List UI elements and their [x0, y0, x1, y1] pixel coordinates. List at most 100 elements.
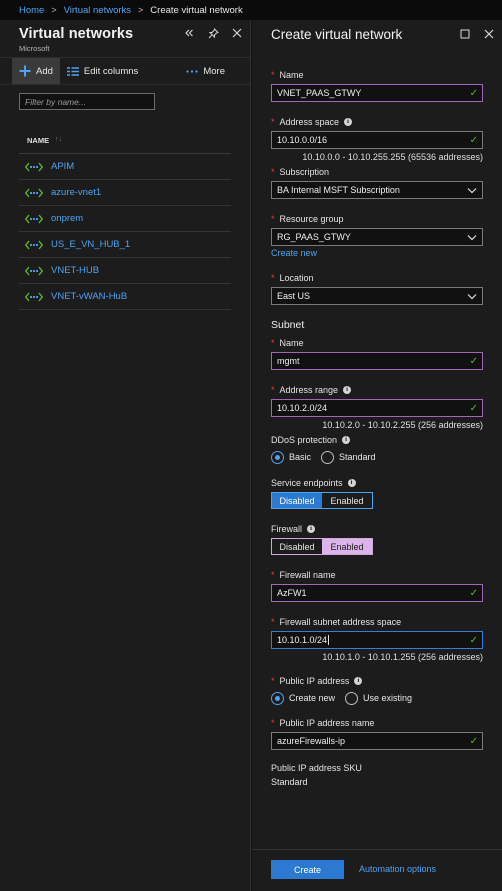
address-range-input[interactable]: 10.10.2.0/24 ✓: [271, 399, 483, 417]
plus-icon: [19, 65, 31, 77]
automation-options-link[interactable]: Automation options: [359, 864, 436, 874]
virtual-network-icon: [25, 162, 45, 172]
service-endpoints-toggle: Disabled Enabled: [271, 492, 373, 509]
firewall-enabled-option[interactable]: Enabled: [322, 539, 372, 554]
breadcrumb-home[interactable]: Home: [19, 5, 44, 16]
vnet-list-item[interactable]: US_E_VN_HUB_1: [19, 232, 231, 258]
required-mark: *: [271, 117, 275, 127]
info-icon[interactable]: i: [342, 436, 351, 444]
firewall-name-input[interactable]: AzFW1 ✓: [271, 584, 483, 602]
vnet-list-item[interactable]: VNET-HUB: [19, 258, 231, 284]
vnet-name-input[interactable]: VNET_PAAS_GTWY ✓: [271, 84, 483, 102]
required-mark: *: [271, 676, 275, 686]
vnet-list-item[interactable]: azure-vnet1: [19, 180, 231, 206]
close-icon[interactable]: [230, 26, 244, 40]
virtual-network-icon: [25, 292, 45, 302]
address-space-hint: 10.10.0.0 - 10.10.255.255 (65536 address…: [302, 152, 483, 162]
use-existing-label: Use existing: [363, 693, 413, 703]
breadcrumb-separator: >: [138, 5, 144, 15]
filter-by-name-input[interactable]: [19, 93, 155, 110]
edit-columns-label: Edit columns: [83, 65, 139, 77]
resource-group-select[interactable]: RG_PAAS_GTWY: [271, 228, 483, 246]
service-endpoints-disabled-option[interactable]: Disabled: [272, 493, 322, 508]
public-ip-field: * Public IP address i Create new Use exist…: [271, 675, 422, 706]
more-icon: [186, 69, 198, 73]
radio-selected-icon: [271, 450, 284, 464]
chevron-down-icon: [467, 233, 477, 243]
sort-icon[interactable]: ↑↓: [55, 136, 62, 143]
info-icon[interactable]: i: [344, 118, 353, 126]
info-icon[interactable]: i: [307, 525, 316, 533]
firewall-subnet-input[interactable]: 10.10.1.0/24 ✓: [271, 631, 483, 649]
more-button[interactable]: More: [179, 58, 232, 84]
vnet-list-item[interactable]: APIM: [19, 154, 231, 180]
valid-check-icon: ✓: [469, 356, 478, 367]
firewall-disabled-option[interactable]: Disabled: [272, 539, 322, 554]
subscription-select[interactable]: BA Internal MSFT Subscription: [271, 181, 483, 199]
close-icon[interactable]: [482, 27, 496, 41]
more-label: More: [203, 65, 225, 77]
chevron-down-icon: [467, 292, 477, 302]
info-icon[interactable]: i: [354, 677, 363, 685]
public-ip-sku-value: Standard: [271, 777, 308, 787]
vnet-list-item[interactable]: VNET-vWAN-HuB: [19, 284, 231, 310]
firewall-name-value: AzFW1: [277, 588, 307, 598]
subnet-name-value: mgmt: [277, 356, 300, 366]
ddos-basic-label: Basic: [289, 452, 312, 462]
ddos-label: DDoS protection: [271, 435, 338, 445]
public-ip-name-input[interactable]: azureFirewalls-ip ✓: [271, 732, 483, 750]
public-ip-label: Public IP address: [279, 676, 350, 686]
location-field: * Location East US: [271, 272, 483, 305]
columns-icon: [66, 66, 79, 76]
public-ip-sku-label: Public IP address SKU: [271, 763, 362, 773]
create-new-resource-group-link[interactable]: Create new: [271, 248, 483, 258]
vnet-name-link[interactable]: onprem: [51, 213, 83, 224]
required-mark: *: [271, 718, 275, 728]
subscription-value: BA Internal MSFT Subscription: [277, 185, 400, 195]
required-mark: *: [271, 338, 275, 348]
required-mark: *: [271, 70, 275, 80]
collapse-icon[interactable]: [182, 26, 196, 40]
vnet-name-link[interactable]: US_E_VN_HUB_1: [51, 239, 130, 250]
create-button[interactable]: Create: [271, 860, 344, 879]
ddos-standard-radio[interactable]: Standard: [321, 450, 376, 464]
virtual-network-icon: [25, 266, 45, 276]
valid-check-icon: ✓: [469, 135, 478, 146]
address-range-field: * Address range i 10.10.2.0/24 ✓ 10.10.2.0 …: [271, 384, 483, 430]
breadcrumb-separator: >: [51, 5, 57, 15]
subnet-name-input[interactable]: mgmt ✓: [271, 352, 483, 370]
vnet-name-link[interactable]: azure-vnet1: [51, 187, 101, 198]
address-space-input[interactable]: 10.10.0.0/16 ✓: [271, 131, 483, 149]
vnet-name-link[interactable]: VNET-HUB: [51, 265, 99, 276]
location-select[interactable]: East US: [271, 287, 483, 305]
public-ip-name-label: Public IP address name: [279, 718, 375, 728]
add-button[interactable]: Add: [12, 58, 60, 84]
info-icon[interactable]: i: [347, 479, 356, 487]
create-new-label: Create new: [289, 693, 336, 703]
vnet-name-label: Name: [279, 70, 304, 80]
blade-header: Virtual networks Microsoft: [0, 20, 250, 57]
breadcrumb-virtual-networks[interactable]: Virtual networks: [64, 5, 131, 16]
public-ip-sku-field: Public IP address SKU Standard: [271, 763, 362, 787]
info-icon[interactable]: i: [343, 386, 352, 394]
ddos-basic-radio[interactable]: Basic: [271, 450, 312, 464]
resource-group-value: RG_PAAS_GTWY: [277, 232, 351, 242]
edit-columns-button[interactable]: Edit columns: [60, 58, 145, 84]
vnet-name-link[interactable]: VNET-vWAN-HuB: [51, 291, 127, 302]
text-cursor: [328, 635, 330, 645]
firewall-label: Firewall: [271, 524, 303, 534]
valid-check-icon: ✓: [469, 403, 478, 414]
vnet-name-link[interactable]: APIM: [51, 161, 74, 172]
subnet-name-label: Name: [279, 338, 304, 348]
public-ip-name-value: azureFirewalls-ip: [277, 736, 346, 746]
public-ip-use-existing-radio[interactable]: Use existing: [345, 691, 413, 705]
virtual-network-icon: [25, 214, 45, 224]
pin-icon[interactable]: [206, 26, 220, 40]
public-ip-create-new-radio[interactable]: Create new: [271, 691, 336, 705]
ddos-protection-field: DDoS protection i Basic Standard: [271, 434, 386, 465]
service-endpoints-enabled-option[interactable]: Enabled: [322, 493, 372, 508]
name-column-header[interactable]: NAME ↑↓: [19, 136, 231, 154]
vnet-list-item[interactable]: onprem: [19, 206, 231, 232]
valid-check-icon: ✓: [469, 635, 478, 646]
maximize-icon[interactable]: [458, 27, 472, 41]
